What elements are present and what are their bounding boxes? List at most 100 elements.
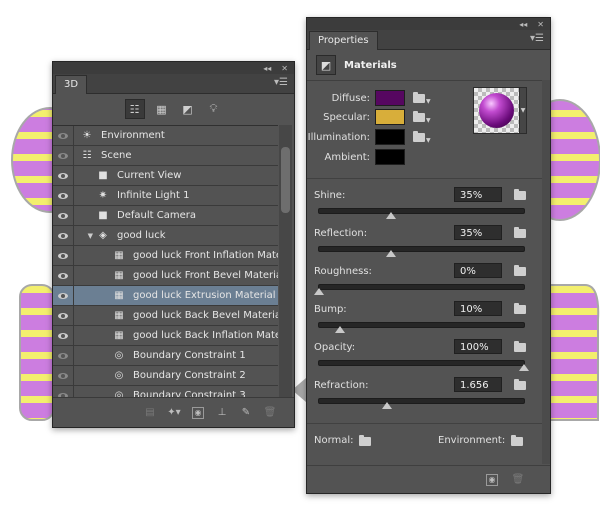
- visibility-eye-icon[interactable]: [53, 286, 74, 305]
- layer-row[interactable]: ▦ good luck Front Inflation Mate...: [53, 246, 278, 266]
- divider: [307, 423, 550, 424]
- visibility-eye-icon[interactable]: [53, 366, 74, 385]
- folder-icon[interactable]: [514, 341, 526, 352]
- slider-track[interactable]: [318, 322, 525, 333]
- material-picker-arrow-icon[interactable]: ▼: [519, 87, 527, 134]
- layer-row[interactable]: ◎ Boundary Constraint 2: [53, 366, 278, 386]
- environment-icon: ☀: [82, 130, 92, 141]
- slider-thumb[interactable]: [385, 212, 396, 219]
- ambient-row: Ambient:: [307, 147, 405, 167]
- slider-value-input[interactable]: 100%: [454, 339, 502, 354]
- layer-row[interactable]: ■ Current View: [53, 166, 278, 186]
- tab-properties[interactable]: Properties: [309, 31, 378, 50]
- ambient-swatch[interactable]: [375, 149, 405, 165]
- slider-thumb[interactable]: [381, 402, 392, 409]
- layer-row[interactable]: ☷ Scene: [53, 146, 278, 166]
- materials-title: Materials: [344, 59, 397, 71]
- folder-icon[interactable]: [514, 227, 526, 238]
- visibility-eye-icon[interactable]: [53, 266, 74, 285]
- diffuse-swatch[interactable]: [375, 90, 405, 106]
- slider-track[interactable]: [318, 246, 525, 257]
- visibility-eye-icon[interactable]: [53, 226, 74, 245]
- 3d-panel-titlebar[interactable]: ◂◂ ✕: [53, 62, 294, 74]
- slider-value-input[interactable]: 35%: [454, 187, 502, 202]
- slider-value-input[interactable]: 35%: [454, 225, 502, 240]
- visibility-eye-icon[interactable]: [53, 306, 74, 325]
- folder-icon[interactable]: [413, 91, 425, 103]
- layer-row[interactable]: ◎ Boundary Constraint 1: [53, 346, 278, 366]
- light-filter-icon[interactable]: 💡︎: [205, 100, 223, 118]
- slider-track[interactable]: [314, 284, 525, 295]
- layer-row[interactable]: ▦ good luck Back Inflation Mate...: [53, 326, 278, 346]
- visibility-eye-icon[interactable]: [53, 126, 74, 145]
- properties-panel-titlebar[interactable]: ◂◂ ✕: [307, 18, 550, 30]
- slider-value-input[interactable]: 1.656: [454, 377, 502, 392]
- slider-thumb[interactable]: [519, 364, 529, 371]
- visibility-eye-icon[interactable]: [53, 346, 74, 365]
- collapse-icon[interactable]: ◂◂: [263, 64, 271, 73]
- panel-menu-icon[interactable]: ▾☰: [530, 33, 544, 44]
- panel-menu-icon[interactable]: ▾☰: [274, 77, 288, 88]
- layer-label: Default Camera: [117, 210, 196, 221]
- visibility-eye-icon[interactable]: [53, 206, 74, 225]
- constraint-icon: ◎: [114, 350, 124, 361]
- layer-row[interactable]: ☀ Environment: [53, 126, 278, 146]
- layer-row[interactable]: ✷ Infinite Light 1: [53, 186, 278, 206]
- add-light-icon[interactable]: ✦▾: [167, 407, 180, 419]
- scrollbar-thumb[interactable]: [281, 147, 290, 213]
- normal-folder-icon[interactable]: [359, 435, 371, 446]
- slider-value-input[interactable]: 0%: [454, 263, 502, 278]
- chevron-down-icon[interactable]: ▼: [426, 137, 431, 144]
- slider-thumb[interactable]: [385, 250, 396, 257]
- close-icon[interactable]: ✕: [281, 64, 288, 73]
- material-icon: ▦: [114, 290, 124, 301]
- layer-list-scrollbar[interactable]: [279, 125, 292, 397]
- folder-icon[interactable]: [413, 130, 425, 142]
- close-icon[interactable]: ✕: [537, 20, 544, 29]
- chevron-down-icon[interactable]: ▼: [426, 117, 431, 124]
- layer-row[interactable]: ▼ ◈ good luck: [53, 226, 278, 246]
- trash-icon[interactable]: 🗑︎: [512, 474, 525, 486]
- mesh-filter-icon[interactable]: ▦: [153, 100, 171, 118]
- slider-track[interactable]: [318, 398, 525, 409]
- specular-label: Specular:: [323, 111, 370, 123]
- slider-label: Shine:: [314, 190, 346, 201]
- chevron-down-icon[interactable]: ▼: [426, 98, 431, 105]
- visibility-eye-icon[interactable]: [53, 186, 74, 205]
- slider-thumb[interactable]: [314, 288, 324, 295]
- material-filter-icon[interactable]: ◩: [179, 100, 197, 118]
- expand-chevron-icon[interactable]: ▼: [74, 232, 96, 240]
- layer-row[interactable]: ■ Default Camera: [53, 206, 278, 226]
- document-icon[interactable]: ▤: [144, 407, 156, 419]
- slider-track[interactable]: [318, 360, 529, 371]
- visibility-eye-icon[interactable]: [53, 166, 74, 185]
- material-preview[interactable]: [473, 87, 520, 134]
- folder-icon[interactable]: [413, 110, 425, 122]
- specular-swatch[interactable]: [375, 109, 405, 125]
- scene-filter-icon[interactable]: ☷: [124, 99, 145, 119]
- visibility-eye-icon[interactable]: [53, 146, 74, 165]
- tab-3d[interactable]: 3D: [55, 75, 88, 94]
- layer-row[interactable]: ▦ good luck Extrusion Material: [53, 286, 278, 306]
- render-icon[interactable]: ◉: [486, 473, 498, 486]
- slider-thumb[interactable]: [334, 326, 345, 333]
- add-constraint-icon[interactable]: ✎: [240, 407, 252, 419]
- environment-folder-icon[interactable]: [511, 435, 523, 446]
- layer-row[interactable]: ▦ good luck Front Bevel Material: [53, 266, 278, 286]
- folder-icon[interactable]: [514, 379, 526, 390]
- trash-icon[interactable]: 🗑︎: [264, 407, 277, 419]
- collapse-icon[interactable]: ◂◂: [519, 20, 527, 29]
- visibility-eye-icon[interactable]: [53, 246, 74, 265]
- ground-icon[interactable]: ⊥: [216, 407, 228, 419]
- layer-row[interactable]: ▦ good luck Back Bevel Material: [53, 306, 278, 326]
- visibility-eye-icon[interactable]: [53, 326, 74, 345]
- render-icon[interactable]: ◉: [192, 406, 204, 419]
- layer-label: good luck Extrusion Material: [133, 290, 276, 301]
- slider-track[interactable]: [318, 208, 525, 219]
- properties-scrollbar[interactable]: [542, 80, 550, 464]
- illumination-swatch[interactable]: [375, 129, 405, 145]
- folder-icon[interactable]: [514, 303, 526, 314]
- folder-icon[interactable]: [514, 189, 526, 200]
- slider-value-input[interactable]: 10%: [454, 301, 502, 316]
- folder-icon[interactable]: [514, 265, 526, 276]
